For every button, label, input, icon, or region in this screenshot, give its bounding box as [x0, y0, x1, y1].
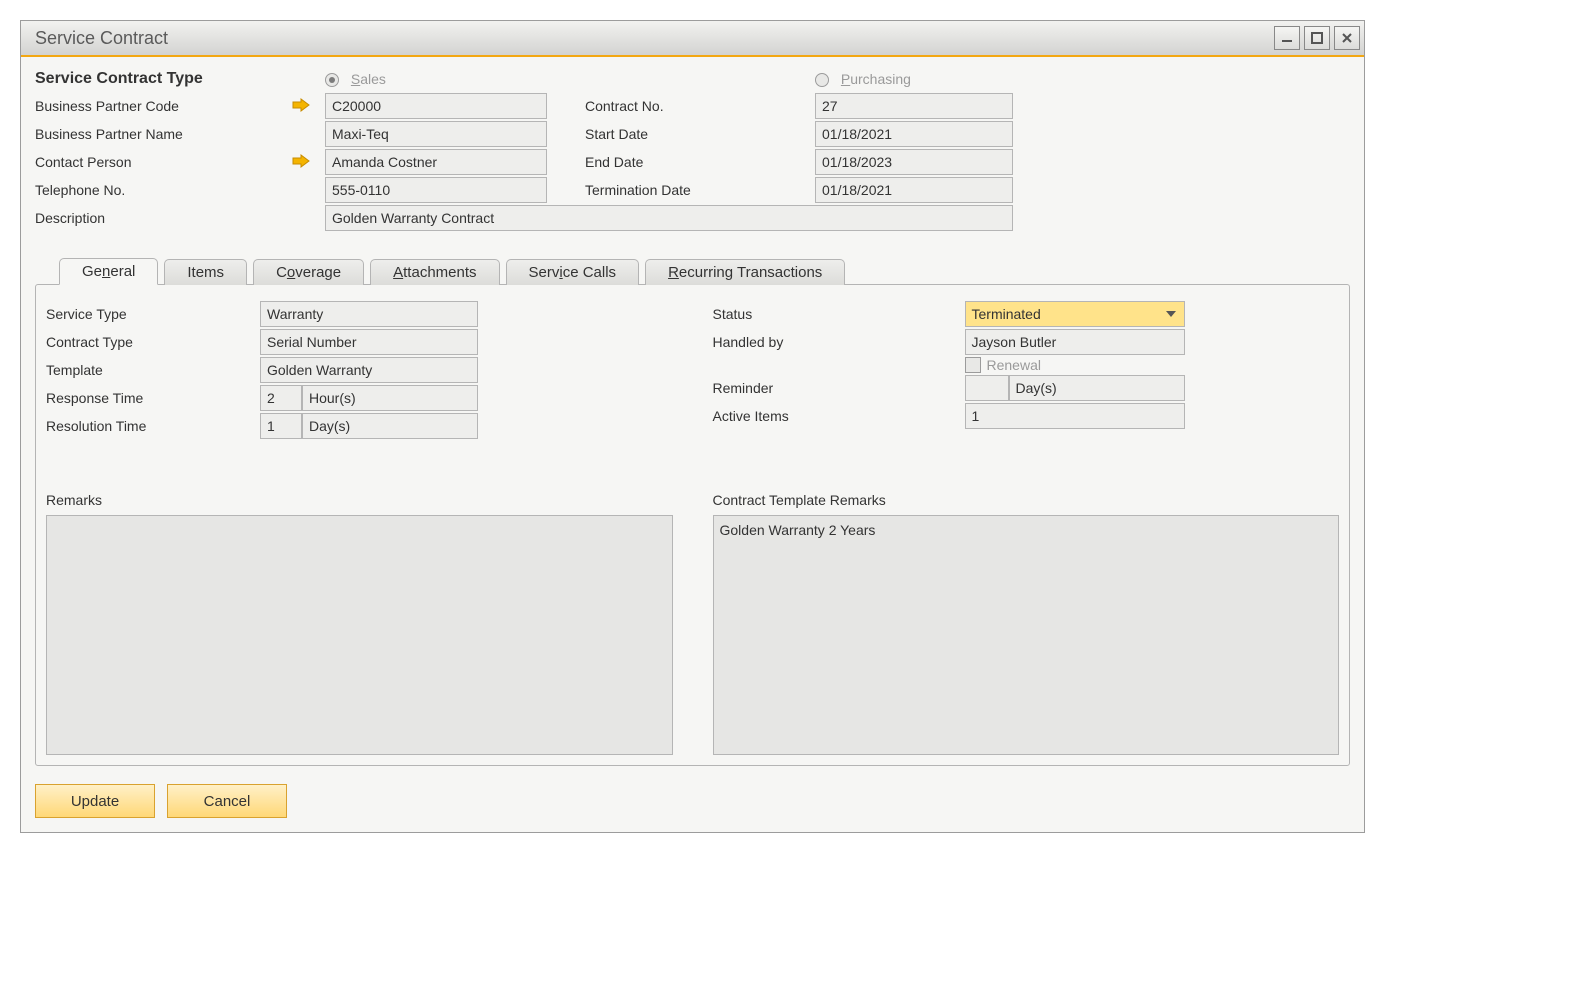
- start-date-label: Start Date: [585, 123, 815, 145]
- bp-code-link[interactable]: [291, 98, 325, 115]
- action-buttons: Update Cancel: [35, 784, 1350, 818]
- chevron-down-icon: [1162, 305, 1180, 323]
- radio-purchasing-label: Purchasing: [841, 71, 911, 87]
- tab-coverage[interactable]: Coverage: [253, 259, 364, 285]
- radio-sales[interactable]: [325, 73, 339, 87]
- reminder-val[interactable]: [965, 375, 1009, 401]
- response-time-unit[interactable]: Hour(s): [302, 385, 478, 411]
- desc-field[interactable]: Golden Warranty Contract: [325, 205, 1013, 231]
- template-label: Template: [46, 359, 260, 381]
- close-icon: [1341, 32, 1353, 44]
- contract-no-field[interactable]: 27: [815, 93, 1013, 119]
- active-items-field[interactable]: 1: [965, 403, 1185, 429]
- bp-name-field[interactable]: Maxi-Teq: [325, 121, 547, 147]
- tel-field[interactable]: 555-0110: [325, 177, 547, 203]
- radio-purchasing-group: Purchasing: [815, 71, 1013, 87]
- contract-type-label: Service Contract Type: [35, 67, 291, 91]
- minimize-icon: [1281, 32, 1293, 44]
- renewal-checkbox[interactable]: [965, 357, 981, 373]
- bp-code-field[interactable]: C20000: [325, 93, 547, 119]
- window-title: Service Contract: [35, 28, 168, 49]
- end-date-label: End Date: [585, 151, 815, 173]
- status-value: Terminated: [972, 306, 1041, 322]
- renewal-row: Renewal: [965, 357, 1185, 373]
- contact-field[interactable]: Amanda Costner: [325, 149, 547, 175]
- tabs: General Items Coverage Attachments Servi…: [35, 257, 1350, 284]
- service-type-field[interactable]: Warranty: [260, 301, 478, 327]
- status-select[interactable]: Terminated: [965, 301, 1185, 327]
- remarks-label: Remarks: [46, 489, 673, 511]
- template-field[interactable]: Golden Warranty: [260, 357, 478, 383]
- service-type-label: Service Type: [46, 303, 260, 325]
- maximize-icon: [1311, 32, 1323, 44]
- reminder-label: Reminder: [713, 377, 965, 399]
- link-arrow-icon: [291, 98, 311, 112]
- contact-link[interactable]: [291, 154, 325, 171]
- handled-by-field[interactable]: Jayson Butler: [965, 329, 1185, 355]
- link-arrow-icon: [291, 154, 311, 168]
- tel-label: Telephone No.: [35, 179, 291, 201]
- response-time-label: Response Time: [46, 387, 260, 409]
- contract-type-label2: Contract Type: [46, 331, 260, 353]
- window-buttons: [1274, 26, 1360, 50]
- update-button[interactable]: Update: [35, 784, 155, 818]
- bp-code-label: Business Partner Code: [35, 95, 291, 117]
- radio-sales-group: Sales: [325, 71, 547, 87]
- contract-type-field[interactable]: Serial Number: [260, 329, 478, 355]
- radio-sales-label: Sales: [351, 71, 386, 87]
- template-remarks-textarea[interactable]: Golden Warranty 2 Years: [713, 515, 1340, 755]
- tab-service-calls[interactable]: Service Calls: [506, 259, 640, 285]
- bp-name-label: Business Partner Name: [35, 123, 291, 145]
- titlebar: Service Contract: [21, 21, 1364, 57]
- response-time-val[interactable]: 2: [260, 385, 302, 411]
- header-form: Service Contract Type Sales Purchasing B…: [35, 67, 1350, 231]
- status-label: Status: [713, 303, 965, 325]
- term-date-label: Termination Date: [585, 179, 815, 201]
- term-date-field[interactable]: 01/18/2021: [815, 177, 1013, 203]
- handled-by-label: Handled by: [713, 331, 965, 353]
- tab-general[interactable]: General: [59, 258, 158, 285]
- tab-panel-general: Service Type Warranty Contract Type Seri…: [35, 284, 1350, 766]
- resolution-time-val[interactable]: 1: [260, 413, 302, 439]
- template-remarks-label: Contract Template Remarks: [713, 489, 1340, 511]
- resolution-time-unit[interactable]: Day(s): [302, 413, 478, 439]
- tab-items[interactable]: Items: [164, 259, 247, 285]
- tab-attachments[interactable]: Attachments: [370, 259, 499, 285]
- end-date-field[interactable]: 01/18/2023: [815, 149, 1013, 175]
- cancel-button[interactable]: Cancel: [167, 784, 287, 818]
- contact-label: Contact Person: [35, 151, 291, 173]
- contract-no-label: Contract No.: [585, 95, 815, 117]
- renewal-label: Renewal: [987, 357, 1041, 373]
- resolution-time-label: Resolution Time: [46, 415, 260, 437]
- close-button[interactable]: [1334, 26, 1360, 50]
- active-items-label: Active Items: [713, 405, 965, 427]
- minimize-button[interactable]: [1274, 26, 1300, 50]
- maximize-button[interactable]: [1304, 26, 1330, 50]
- reminder-unit[interactable]: Day(s): [1009, 375, 1185, 401]
- start-date-field[interactable]: 01/18/2021: [815, 121, 1013, 147]
- service-contract-window: Service Contract Service Contract Type S…: [20, 20, 1365, 833]
- remarks-textarea[interactable]: [46, 515, 673, 755]
- desc-label: Description: [35, 207, 291, 229]
- tab-recurring[interactable]: Recurring Transactions: [645, 259, 845, 285]
- radio-purchasing[interactable]: [815, 73, 829, 87]
